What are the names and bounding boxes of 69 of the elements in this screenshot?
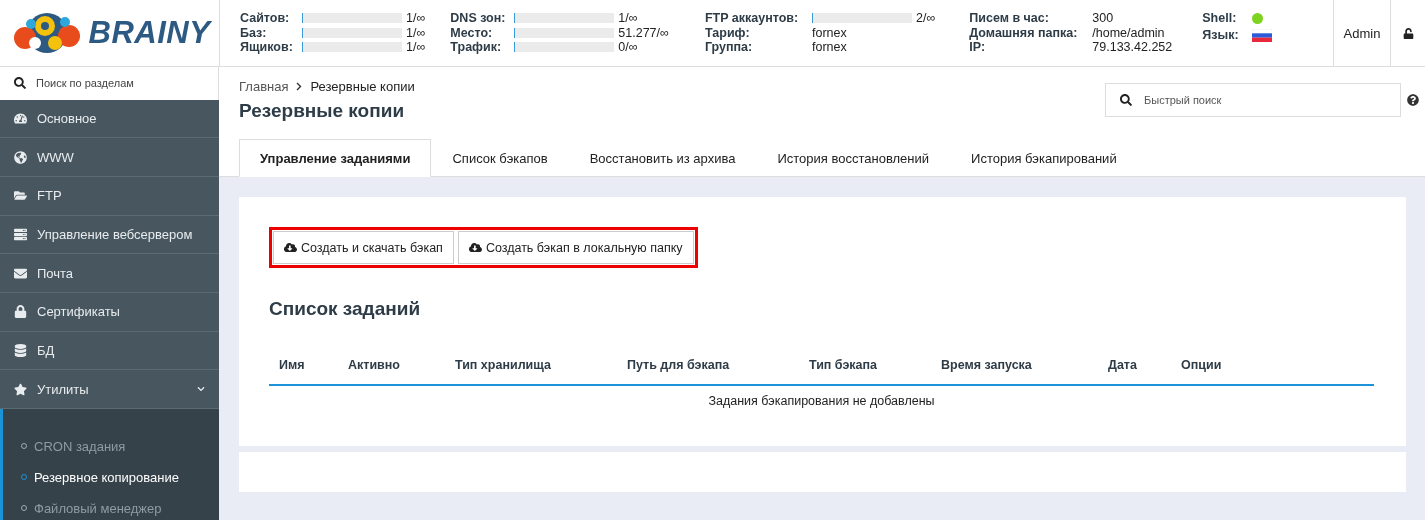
menu-icon [14,112,27,126]
stat-label: Ящиков: [240,40,294,55]
usage-reading: 1/∞ [406,40,426,55]
menu-icon [14,382,27,396]
breadcrumb-current: Резервные копии [310,79,415,94]
stat-label: Тариф: [704,25,751,40]
column-header: Имя [279,358,306,372]
stat-value: 79.133.42.252 [1092,40,1173,55]
submenu-item[interactable]: Файловый менеджер [21,496,219,520]
unlock-icon[interactable] [1402,27,1414,39]
stat-value: fornex [811,25,848,40]
column-header: Время запуска [941,358,1033,372]
menu-icon [14,305,27,319]
cloud-download-icon [468,241,482,254]
menu-icon [14,228,27,242]
search-icon [14,77,26,90]
submenu-item[interactable]: CRON задания [21,434,219,458]
breadcrumb-link[interactable]: Главная [239,79,289,94]
page-title: Резервные копии [239,100,406,122]
column-header: Тип хранилища [455,358,552,372]
usage-reading: 2/∞ [915,11,936,26]
stat-label: Трафик: [450,40,503,55]
usage-reading: 1/∞ [618,11,639,26]
stat-label: Баз: [240,25,268,40]
stat-label: DNS зон: [450,11,507,26]
menu-icon [14,266,27,280]
menu-icon [14,344,27,357]
usage-reading: 1/∞ [406,11,426,26]
stat-label: FTP аккаунтов: [704,11,800,26]
backup-button[interactable]: Создать и скачать бэкап [273,231,454,264]
tab[interactable]: Управление заданиями [239,139,432,177]
logo-text: BRAINY [88,15,211,51]
stat-label: Писем в час: [969,11,1050,26]
stat-label: Сайтов: [240,11,291,26]
column-header: Дата [1108,358,1138,372]
sidebar-item[interactable]: Основное [0,99,219,139]
stat-label: Место: [450,25,494,40]
empty-message: Задания бэкапирования не добавлены [708,394,935,408]
chevron-icon [197,385,205,394]
backup-button[interactable]: Создать бэкап в локальную папку [457,231,694,264]
section-search-box[interactable]: Поиск по разделам [0,67,219,100]
section-search-field[interactable]: Поиск по разделам [36,67,206,100]
search-icon [1120,94,1132,106]
stat-label: Shell: [1202,11,1238,27]
chevron-icon [296,82,303,91]
stat-label: IP: [969,40,987,55]
help-icon[interactable] [1407,94,1419,106]
column-header: Тип бэкапа [809,358,879,372]
usage-reading: 51.277/∞ [618,25,669,40]
stat-value: fornex [811,40,848,55]
usage-reading: 0/∞ [618,40,639,55]
column-header: Опции [1181,358,1223,372]
column-header: Активно [348,358,401,372]
stat-label: Домашняя папка: [969,25,1079,40]
column-header: Путь для бэкапа [627,358,731,372]
stat-label: Язык: [1202,27,1240,44]
stat-value: /home/admin [1092,25,1166,40]
submenu-item[interactable]: Резервное копирование [21,465,219,489]
stat-value: 300 [1092,11,1115,26]
russian-flag-icon [1252,28,1273,42]
quick-search-box[interactable]: Быстрый поиск [1105,83,1401,117]
cloud-download-icon [284,241,297,254]
menu-icon [14,150,27,164]
usage-reading: 1/∞ [406,25,426,40]
sidebar-item[interactable]: WWW [0,138,219,178]
menu-icon [14,189,27,203]
section-title: Список заданий [269,298,422,320]
user-menu[interactable]: Admin [1333,0,1390,66]
stat-label: Группа: [704,40,754,55]
